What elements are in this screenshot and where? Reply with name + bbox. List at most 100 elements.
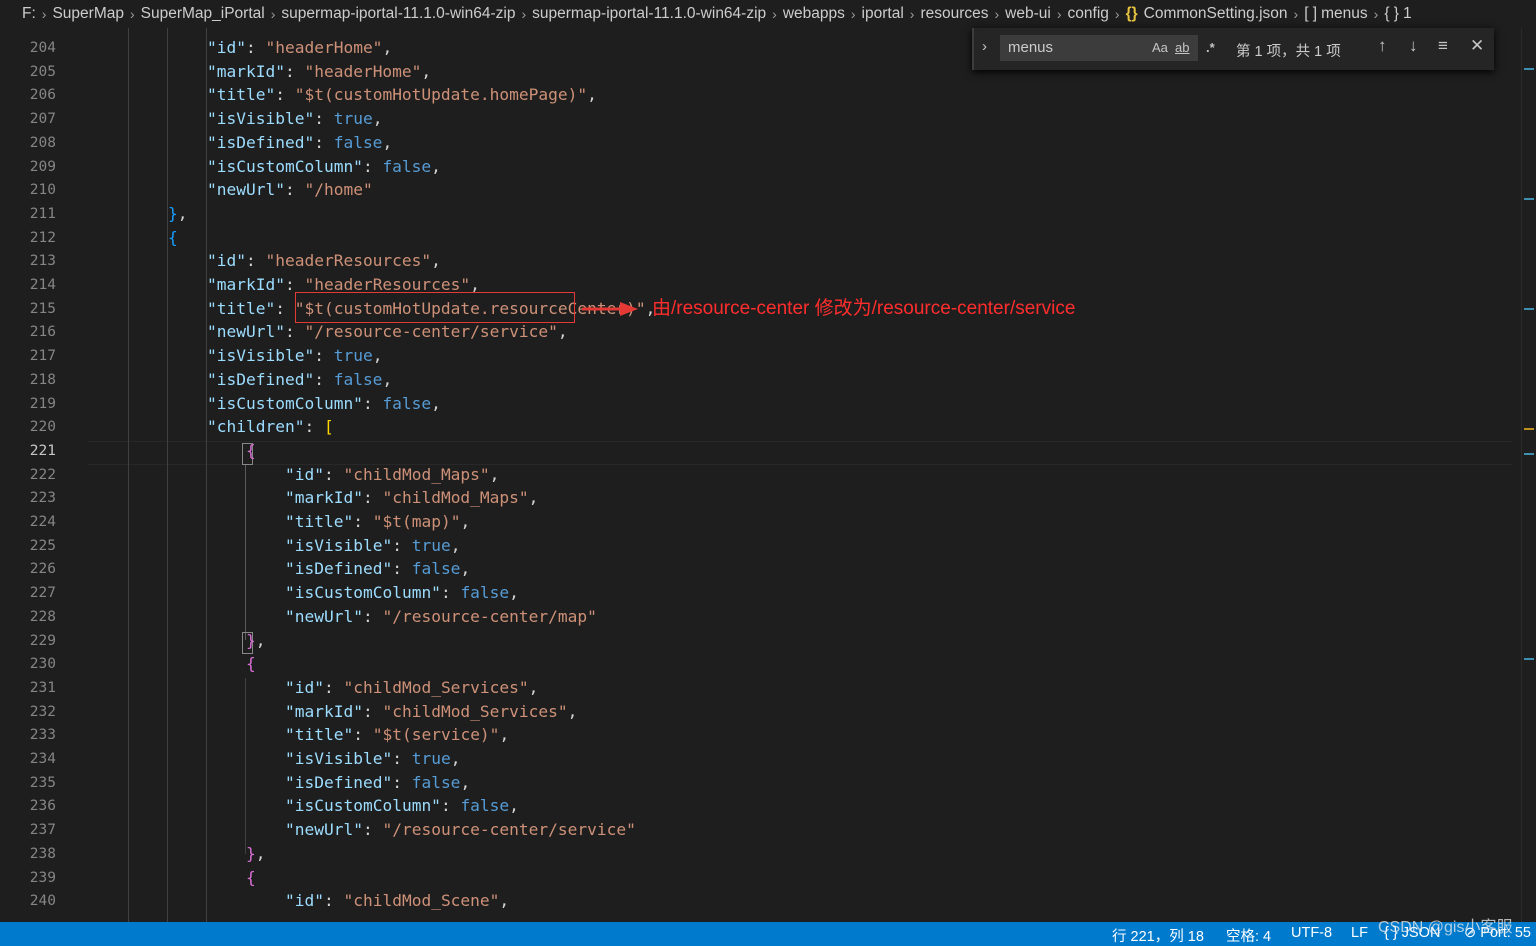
vertical-scrollbar[interactable] (1521, 28, 1536, 922)
breadcrumb-folder[interactable]: config (1068, 5, 1109, 23)
code-token: : (304, 417, 324, 437)
breadcrumb: F: › SuperMap › SuperMap_iPortal › supermap… (0, 0, 1536, 28)
code-text: "title": "$t(customHotUpdate.homePage)", (207, 83, 597, 107)
code-line[interactable]: 240 "id": "childMod_Scene", (0, 889, 1536, 913)
breadcrumb-drive[interactable]: F: (22, 5, 36, 23)
eol-setting[interactable]: LF (1351, 925, 1368, 941)
code-line[interactable]: 209 "isCustomColumn": false, (0, 155, 1536, 179)
code-line[interactable]: 228 "newUrl": "/resource-center/map" (0, 605, 1536, 629)
object-braces-icon: { } (1384, 5, 1399, 22)
line-number: 228 (29, 608, 56, 625)
code-token: false (411, 772, 461, 792)
code-line[interactable]: 218 "isDefined": false, (0, 368, 1536, 392)
find-input[interactable]: menus (1000, 35, 1198, 61)
code-text: "isVisible": true, (285, 747, 460, 771)
code-line[interactable]: 221 { (0, 439, 1536, 463)
breadcrumb-file[interactable]: CommonSetting.json (1144, 5, 1288, 23)
indentation-setting[interactable]: 空格: 4 (1226, 925, 1271, 946)
code-text: }, (246, 629, 266, 653)
code-token: "title" (207, 298, 276, 318)
code-line[interactable]: 232 "markId": "childMod_Services", (0, 700, 1536, 724)
breadcrumb-folder[interactable]: supermap-iportal-11.1.0-win64-zip (532, 5, 766, 23)
breadcrumb-folder[interactable]: iportal (862, 5, 904, 23)
match-case-icon[interactable]: Aa (1152, 40, 1168, 55)
code-line[interactable]: 226 "isDefined": false, (0, 557, 1536, 581)
code-token: "newUrl" (285, 820, 363, 840)
code-token: true (333, 109, 373, 129)
line-number: 204 (29, 40, 56, 56)
breadcrumb-folder[interactable]: SuperMap_iPortal (141, 5, 265, 23)
code-line[interactable]: 219 "isCustomColumn": false, (0, 392, 1536, 416)
code-line[interactable]: 235 "isDefined": false, (0, 771, 1536, 795)
code-line[interactable]: 227 "isCustomColumn": false, (0, 581, 1536, 605)
code-token: : (362, 606, 383, 626)
breadcrumb-symbol-menus[interactable]: menus (1321, 5, 1368, 23)
code-token: : (275, 85, 295, 105)
line-number: 226 (29, 561, 56, 578)
code-line[interactable]: 234 "isVisible": true, (0, 747, 1536, 771)
code-token: , (567, 701, 578, 721)
code-line[interactable]: 224 "title": "$t(map)", (0, 510, 1536, 534)
code-token: "newUrl" (207, 322, 285, 342)
encoding-setting[interactable]: UTF-8 (1291, 925, 1332, 941)
code-token: true (411, 749, 451, 768)
line-number: 214 (29, 277, 56, 293)
code-token: , (528, 677, 539, 697)
next-match-arrow-icon[interactable]: ↓ (1409, 36, 1418, 56)
breadcrumb-folder[interactable]: SuperMap (52, 5, 124, 23)
code-token: "childMod_Scene" (343, 891, 500, 911)
code-line[interactable]: 208 "isDefined": false, (0, 131, 1536, 155)
cursor-position[interactable]: 行 221，列 18 (1112, 925, 1204, 946)
code-token: "headerResources" (265, 251, 432, 271)
code-line[interactable]: 206 "title": "$t(customHotUpdate.homePage… (0, 83, 1536, 107)
code-line[interactable]: 225 "isVisible": true, (0, 534, 1536, 558)
code-line[interactable]: 231 "id": "childMod_Services", (0, 676, 1536, 700)
code-line[interactable]: 217 "isVisible": true, (0, 344, 1536, 368)
code-line[interactable]: 211}, (0, 202, 1536, 226)
code-line[interactable]: 238}, (0, 842, 1536, 866)
code-text: "isDefined": false, (285, 557, 470, 581)
code-token: : (314, 132, 334, 152)
code-token: false (460, 583, 510, 603)
line-number: 208 (29, 134, 56, 151)
toggle-replace-chevron-icon[interactable]: › (982, 38, 987, 55)
breadcrumb-folder[interactable]: webapps (783, 5, 845, 23)
code-line[interactable]: 216 "newUrl": "/resource-center/service", (0, 320, 1536, 344)
code-line[interactable]: 223 "markId": "childMod_Maps", (0, 486, 1536, 510)
line-number: 213 (29, 253, 56, 270)
breadcrumb-folder[interactable]: resources (920, 5, 988, 23)
code-line[interactable]: 229}, (0, 629, 1536, 653)
code-token: { (168, 227, 178, 247)
chevron-right-icon: › (41, 6, 47, 22)
line-number: 211 (29, 205, 56, 222)
code-text: { (246, 439, 256, 463)
code-token: false (333, 369, 383, 389)
code-line[interactable]: 207 "isVisible": true, (0, 107, 1536, 131)
code-editor[interactable]: 204 "id": "headerHome", 205 "markId": "head… (0, 28, 1536, 922)
code-line[interactable]: 222 "id": "childMod_Maps", (0, 463, 1536, 487)
whole-word-icon[interactable]: ab (1175, 40, 1189, 55)
code-line[interactable]: 237 "newUrl": "/resource-center/service" (0, 818, 1536, 842)
chevron-right-icon: › (850, 6, 856, 22)
code-token: "id" (285, 677, 324, 697)
close-icon[interactable]: ✕ (1470, 36, 1484, 56)
code-line[interactable]: 236 "isCustomColumn": false, (0, 794, 1536, 818)
code-line[interactable]: 210 "newUrl": "/home" (0, 178, 1536, 202)
code-token: "newUrl" (285, 606, 363, 626)
breadcrumb-folder[interactable]: web-ui (1005, 5, 1051, 23)
code-line[interactable]: 239 { (0, 866, 1536, 890)
previous-match-arrow-icon[interactable]: ↑ (1378, 36, 1387, 56)
code-line[interactable]: 212 { (0, 226, 1536, 250)
code-line[interactable]: 230 { (0, 652, 1536, 676)
code-line[interactable]: 213 "id": "headerResources", (0, 249, 1536, 273)
regex-icon[interactable]: .* (1206, 40, 1215, 55)
breadcrumb-symbol-index[interactable]: 1 (1403, 5, 1412, 23)
find-in-selection-icon[interactable]: ≡ (1438, 36, 1448, 56)
line-number: 212 (29, 229, 56, 246)
line-number: 230 (29, 656, 56, 673)
code-line[interactable]: 233 "title": "$t(service)", (0, 723, 1536, 747)
line-number: 229 (29, 632, 56, 649)
code-line[interactable]: 220 "children": [ (0, 415, 1536, 439)
breadcrumb-folder[interactable]: supermap-iportal-11.1.0-win64-zip (281, 5, 515, 23)
chevron-right-icon: › (1114, 6, 1120, 22)
